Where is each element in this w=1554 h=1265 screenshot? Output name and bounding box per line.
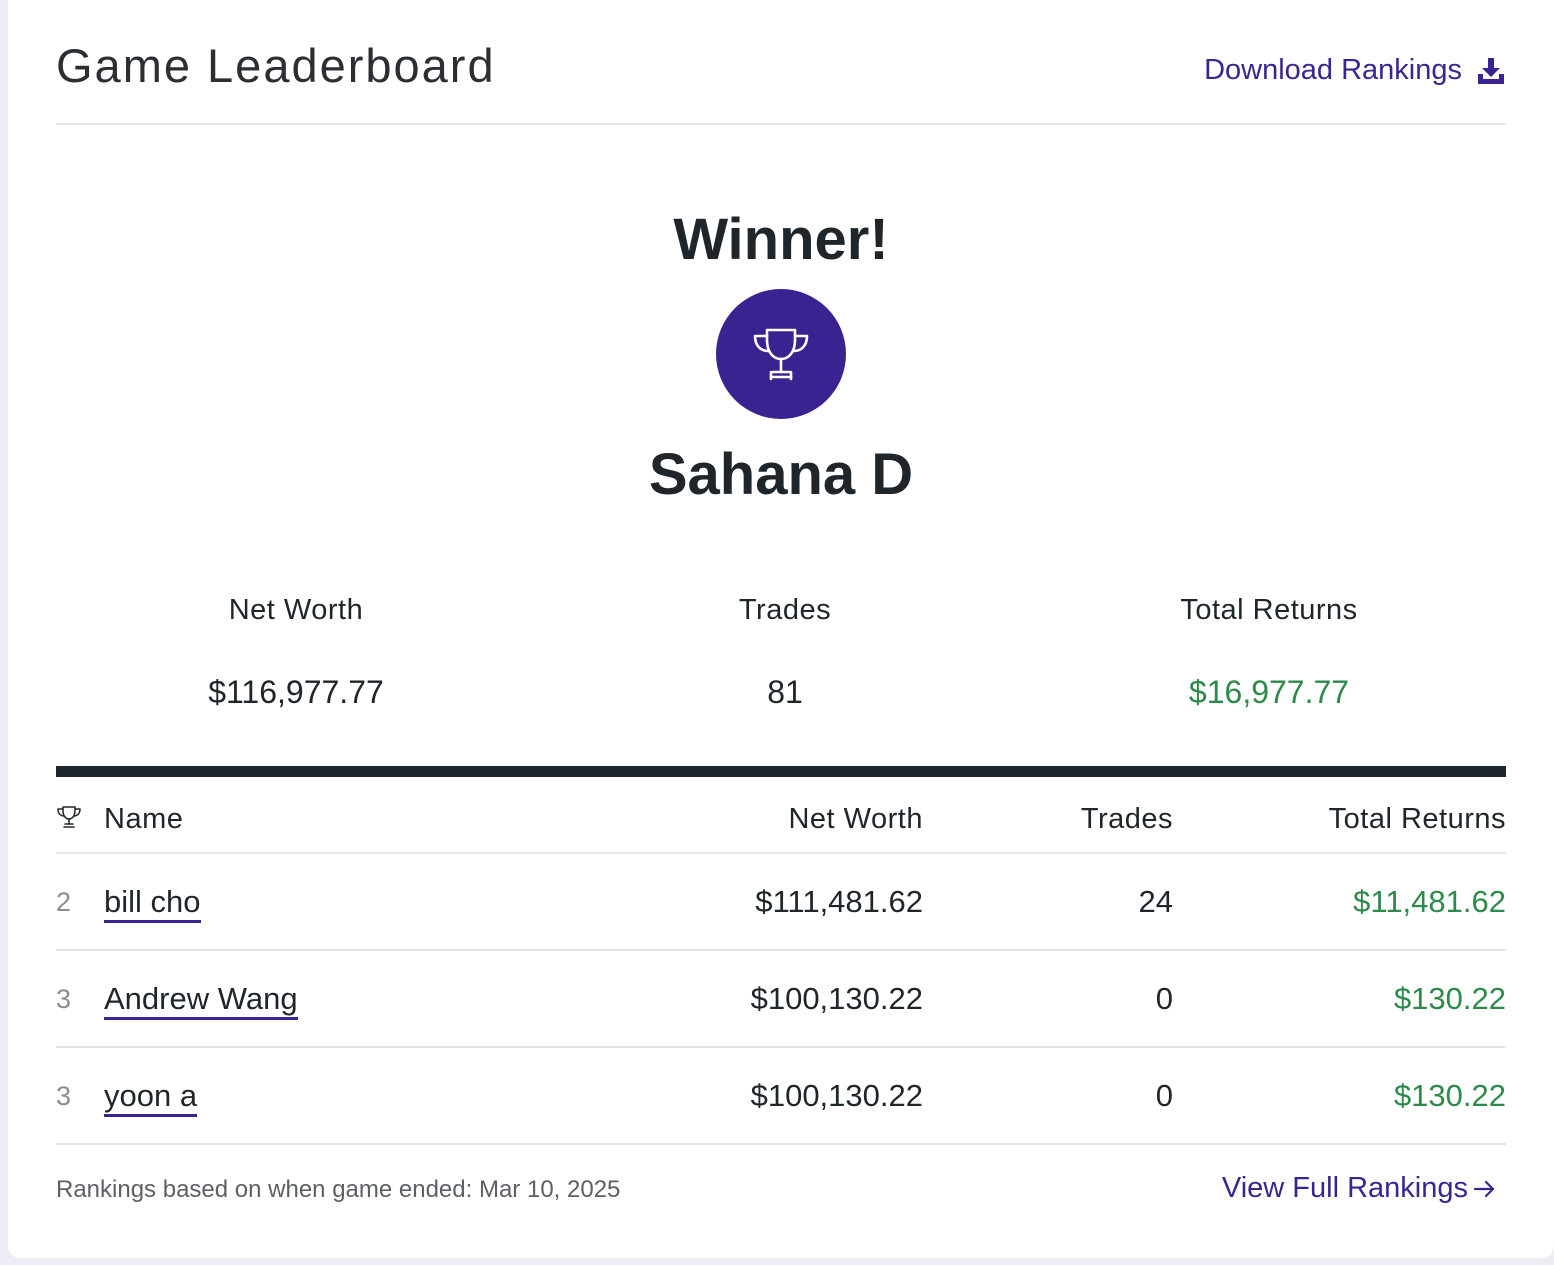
table-header-row: Name Net Worth Trades Total Returns: [56, 777, 1506, 854]
player-trades: 0: [1155, 1078, 1173, 1113]
player-name: bill cho: [104, 882, 201, 923]
view-full-rankings-link[interactable]: View Full Rankings: [1222, 1172, 1498, 1205]
name-column-header[interactable]: Name: [104, 799, 183, 839]
stat-total-returns-value: $16,977.77: [1188, 674, 1350, 710]
stat-total-returns: Total Returns $16,977.77: [1069, 590, 1469, 712]
download-rankings-link[interactable]: Download Rankings: [1204, 54, 1506, 87]
stat-trades-value: 81: [767, 674, 803, 710]
player-net-worth: $100,130.22: [750, 1078, 923, 1113]
player-trades: 24: [1138, 884, 1173, 919]
leaderboard-card: Game Leaderboard Download Rankings Winne…: [8, 0, 1554, 1258]
table-row: 3 yoon a $100,130.22 0 $130.22: [56, 1048, 1506, 1145]
trophy-icon: [753, 328, 809, 381]
player-net-worth: $111,481.62: [755, 884, 923, 919]
download-icon: [1478, 57, 1504, 84]
player-total-returns: $11,481.62: [1353, 884, 1506, 919]
player-name: Andrew Wang: [104, 979, 298, 1020]
download-rankings-label: Download Rankings: [1204, 54, 1462, 86]
rankings-footnote: Rankings based on when game ended: Mar 1…: [56, 1176, 621, 1203]
player-total-returns: $130.22: [1393, 981, 1506, 1016]
net-worth-column-header[interactable]: Net Worth: [788, 799, 923, 839]
player-name-link[interactable]: yoon a: [104, 1078, 198, 1117]
winner-trophy-badge: [716, 289, 846, 419]
leaderboard-header: Game Leaderboard Download Rankings: [56, 0, 1506, 125]
trades-column-header[interactable]: Trades: [1081, 799, 1173, 839]
stat-trades-label: Trades: [738, 594, 832, 626]
player-net-worth: $100,130.22: [750, 981, 923, 1016]
leaderboard-footer: Rankings based on when game ended: Mar 1…: [56, 1172, 1506, 1212]
player-name-link[interactable]: Andrew Wang: [104, 981, 298, 1020]
table-top-rule: [56, 766, 1506, 777]
rank-number: 2: [56, 887, 72, 917]
trophy-icon: [57, 806, 81, 828]
winner-name: Sahana D: [648, 442, 914, 507]
player-trades: 0: [1155, 981, 1173, 1016]
table-row: 2 bill cho $111,481.62 24 $11,481.62: [56, 854, 1506, 951]
arrow-right-icon: [1473, 1180, 1495, 1197]
stat-trades: Trades 81: [585, 590, 985, 712]
player-name-link[interactable]: bill cho: [104, 884, 201, 923]
total-returns-column-header[interactable]: Total Returns: [1329, 799, 1506, 839]
rank-number: 3: [56, 1081, 72, 1111]
winner-heading: Winner!: [673, 207, 889, 272]
rankings-table: Name Net Worth Trades Total Returns 2 bi…: [56, 766, 1506, 1145]
stat-net-worth-value: $116,977.77: [208, 674, 384, 710]
player-total-returns: $130.22: [1393, 1078, 1506, 1113]
stat-total-returns-label: Total Returns: [1180, 594, 1358, 626]
player-name: yoon a: [104, 1076, 198, 1117]
page-title: Game Leaderboard: [56, 39, 496, 92]
winner-stats: Net Worth $116,977.77 Trades 81 Total Re…: [56, 590, 1506, 720]
view-full-rankings-label: View Full Rankings: [1221, 1172, 1468, 1204]
table-row: 3 Andrew Wang $100,130.22 0 $130.22: [56, 951, 1506, 1048]
rank-number: 3: [56, 984, 72, 1014]
stat-net-worth-label: Net Worth: [228, 594, 364, 626]
stat-net-worth: Net Worth $116,977.77: [96, 590, 496, 712]
rank-column-header: [56, 799, 96, 840]
